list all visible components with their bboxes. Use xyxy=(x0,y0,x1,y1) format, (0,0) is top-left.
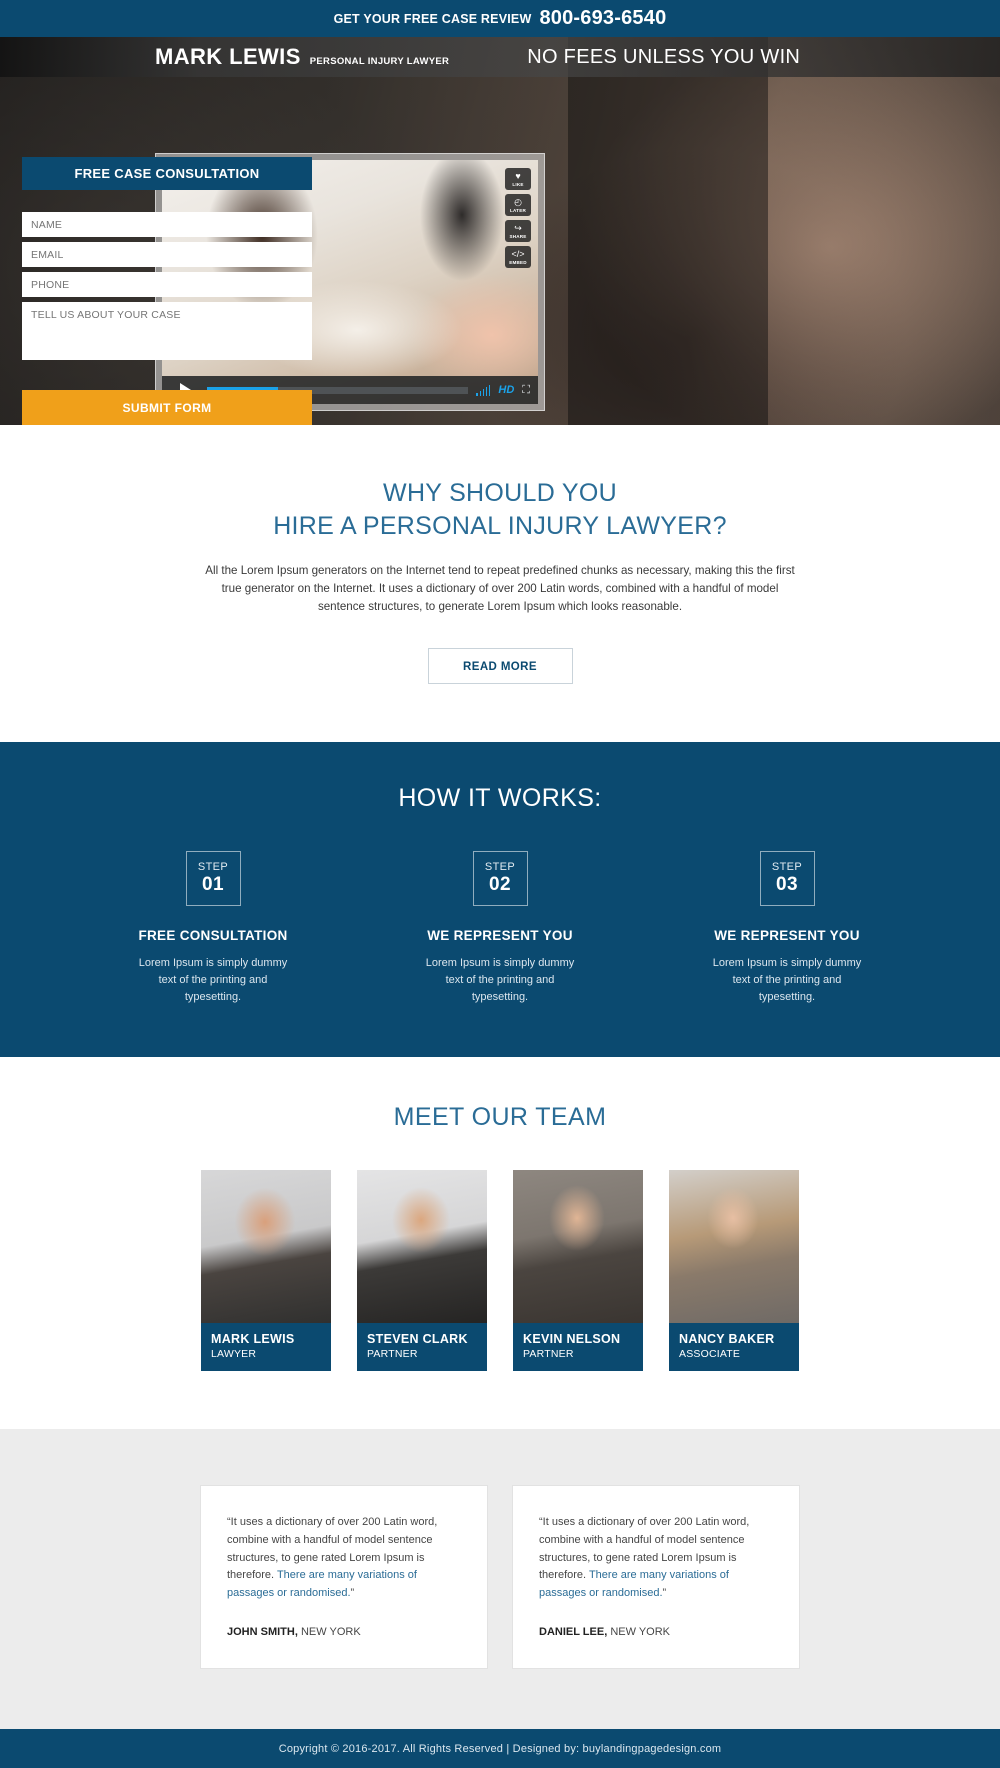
member-avatar xyxy=(513,1170,643,1324)
why-title-line1: WHY SHOULD YOU xyxy=(383,479,617,507)
step-badge: STEP 02 xyxy=(472,851,528,907)
submit-form-button[interactable]: SUBMIT FORM xyxy=(22,390,312,425)
step-description: Lorem Ipsum is simply dummy text of the … xyxy=(425,957,575,1003)
footer-text: Copyright © 2016-2017. All Rights Reserv… xyxy=(278,1742,722,1755)
step-title: WE REPRESENT YOU xyxy=(427,928,573,944)
form-heading: FREE CASE CONSULTATION xyxy=(22,157,312,190)
hd-badge[interactable]: HD xyxy=(498,384,514,396)
brand-logo[interactable]: MARK LEWIS PERSONAL INJURY LAWYER xyxy=(155,44,449,70)
step-word: STEP xyxy=(484,861,516,874)
step-number: 02 xyxy=(489,874,511,896)
step-number: 01 xyxy=(202,874,224,896)
team-title: MEET OUR TEAM xyxy=(393,1103,607,1132)
step-item: STEP 03 WE REPRESENT YOU Lorem Ipsum is … xyxy=(707,851,867,1005)
footer: Copyright © 2016-2017. All Rights Reserv… xyxy=(0,1729,1000,1768)
author-location: NEW YORK xyxy=(607,1626,671,1639)
how-it-works-title: HOW IT WORKS: xyxy=(398,784,602,813)
author-name: DANIEL LEE, xyxy=(539,1626,608,1639)
fullscreen-icon[interactable]: ⛶ xyxy=(522,384,530,397)
email-input[interactable] xyxy=(22,242,312,267)
member-avatar xyxy=(357,1170,487,1324)
member-info: NANCY BAKER ASSOCIATE xyxy=(669,1323,799,1372)
team-section: MEET OUR TEAM MARK LEWIS LAWYER STEVEN C… xyxy=(0,1057,1000,1430)
video-later-label: LATER xyxy=(510,207,526,213)
video-share-button[interactable]: ↪ SHARE xyxy=(505,220,531,242)
navigation-bar: MARK LEWIS PERSONAL INJURY LAWYER NO FEE… xyxy=(0,37,1000,77)
video-embed-label: EMBED xyxy=(509,259,527,265)
member-avatar xyxy=(201,1170,331,1324)
testimonial-author: JOHN SMITH, NEW YORK xyxy=(227,1626,461,1638)
why-title: WHY SHOULD YOU HIRE A PERSONAL INJURY LA… xyxy=(0,477,1000,542)
why-title-line2: HIRE A PERSONAL INJURY LAWYER? xyxy=(273,511,727,540)
member-avatar xyxy=(669,1170,799,1324)
team-member[interactable]: KEVIN NELSON PARTNER xyxy=(513,1170,643,1372)
video-like-button[interactable]: ♥ LIKE xyxy=(505,168,531,190)
member-name: NANCY BAKER xyxy=(679,1332,775,1347)
how-it-works-section: HOW IT WORKS: STEP 01 FREE CONSULTATION … xyxy=(0,742,1000,1058)
testimonial-author: DANIEL LEE, NEW YORK xyxy=(539,1626,773,1638)
member-name: MARK LEWIS xyxy=(211,1332,295,1347)
member-name: STEVEN CLARK xyxy=(367,1332,468,1347)
phone-number[interactable]: 800-693-6540 xyxy=(539,7,666,30)
testimonial-quote: “It uses a dictionary of over 200 Latin … xyxy=(227,1514,461,1602)
video-action-buttons: ♥ LIKE ◴ LATER ↪ SHARE </> EMBED xyxy=(505,168,531,268)
video-later-button[interactable]: ◴ LATER xyxy=(505,194,531,216)
step-badge: STEP 03 xyxy=(759,851,815,907)
video-embed-button[interactable]: </> EMBED xyxy=(505,246,531,268)
author-location: NEW YORK xyxy=(297,1626,361,1639)
why-hire-section: WHY SHOULD YOU HIRE A PERSONAL INJURY LA… xyxy=(0,425,1000,743)
member-role: LAWYER xyxy=(211,1348,257,1361)
name-input[interactable] xyxy=(22,212,312,237)
step-badge: STEP 01 xyxy=(185,851,241,907)
phone-input[interactable] xyxy=(22,272,312,297)
hero-section: MARK LEWIS PERSONAL INJURY LAWYER NO FEE… xyxy=(0,37,1000,425)
step-description: Lorem Ipsum is simply dummy text of the … xyxy=(712,957,862,1003)
testimonial-card: “It uses a dictionary of over 200 Latin … xyxy=(512,1485,800,1670)
top-contact-bar: GET YOUR FREE CASE REVIEW 800-693-6540 xyxy=(0,0,1000,37)
testimonial-quote: “It uses a dictionary of over 200 Latin … xyxy=(539,1514,773,1602)
author-name: JOHN SMITH, xyxy=(227,1626,298,1639)
step-title: FREE CONSULTATION xyxy=(138,928,288,944)
member-name: KEVIN NELSON xyxy=(523,1332,621,1347)
why-body-text: All the Lorem Ipsum generators on the In… xyxy=(205,564,795,614)
read-more-button[interactable]: READ MORE xyxy=(427,648,573,685)
quote-end: ” xyxy=(662,1586,667,1599)
team-member[interactable]: NANCY BAKER ASSOCIATE xyxy=(669,1170,799,1372)
volume-icon[interactable] xyxy=(476,384,491,396)
case-message-input[interactable] xyxy=(22,302,312,360)
nav-tagline: NO FEES UNLESS YOU WIN xyxy=(527,45,801,68)
step-word: STEP xyxy=(771,861,803,874)
steps-row: STEP 01 FREE CONSULTATION Lorem Ipsum is… xyxy=(0,851,1000,1005)
video-share-label: SHARE xyxy=(509,233,527,239)
step-number: 03 xyxy=(776,874,798,896)
member-role: PARTNER xyxy=(367,1348,418,1361)
testimonials-row: “It uses a dictionary of over 200 Latin … xyxy=(0,1485,1000,1670)
team-row: MARK LEWIS LAWYER STEVEN CLARK PARTNER K… xyxy=(0,1170,1000,1372)
step-item: STEP 02 WE REPRESENT YOU Lorem Ipsum is … xyxy=(420,851,580,1005)
share-icon: ↪ xyxy=(514,222,522,233)
testimonial-card: “It uses a dictionary of over 200 Latin … xyxy=(200,1485,488,1670)
member-role: ASSOCIATE xyxy=(679,1348,741,1361)
free-case-review-label: GET YOUR FREE CASE REVIEW xyxy=(333,11,532,26)
step-word: STEP xyxy=(197,861,229,874)
step-item: STEP 01 FREE CONSULTATION Lorem Ipsum is… xyxy=(133,851,293,1005)
quote-end: ” xyxy=(350,1586,355,1599)
clock-icon: ◴ xyxy=(514,196,522,207)
testimonials-section: “It uses a dictionary of over 200 Latin … xyxy=(0,1429,1000,1730)
team-member[interactable]: MARK LEWIS LAWYER xyxy=(201,1170,331,1372)
member-info: MARK LEWIS LAWYER xyxy=(201,1323,331,1372)
lead-form: FREE CASE CONSULTATION SUBMIT FORM xyxy=(22,157,312,425)
step-title: WE REPRESENT YOU xyxy=(714,928,860,944)
member-role: PARTNER xyxy=(523,1348,574,1361)
member-info: KEVIN NELSON PARTNER xyxy=(513,1323,643,1372)
team-member[interactable]: STEVEN CLARK PARTNER xyxy=(357,1170,487,1372)
member-info: STEVEN CLARK PARTNER xyxy=(357,1323,487,1372)
video-like-label: LIKE xyxy=(512,181,524,187)
lead-form-panel xyxy=(568,37,768,425)
heart-icon: ♥ xyxy=(515,170,521,181)
embed-icon: </> xyxy=(511,248,525,259)
brand-name: MARK LEWIS xyxy=(155,44,301,69)
brand-subtitle: PERSONAL INJURY LAWYER xyxy=(309,56,450,67)
step-description: Lorem Ipsum is simply dummy text of the … xyxy=(138,957,288,1003)
